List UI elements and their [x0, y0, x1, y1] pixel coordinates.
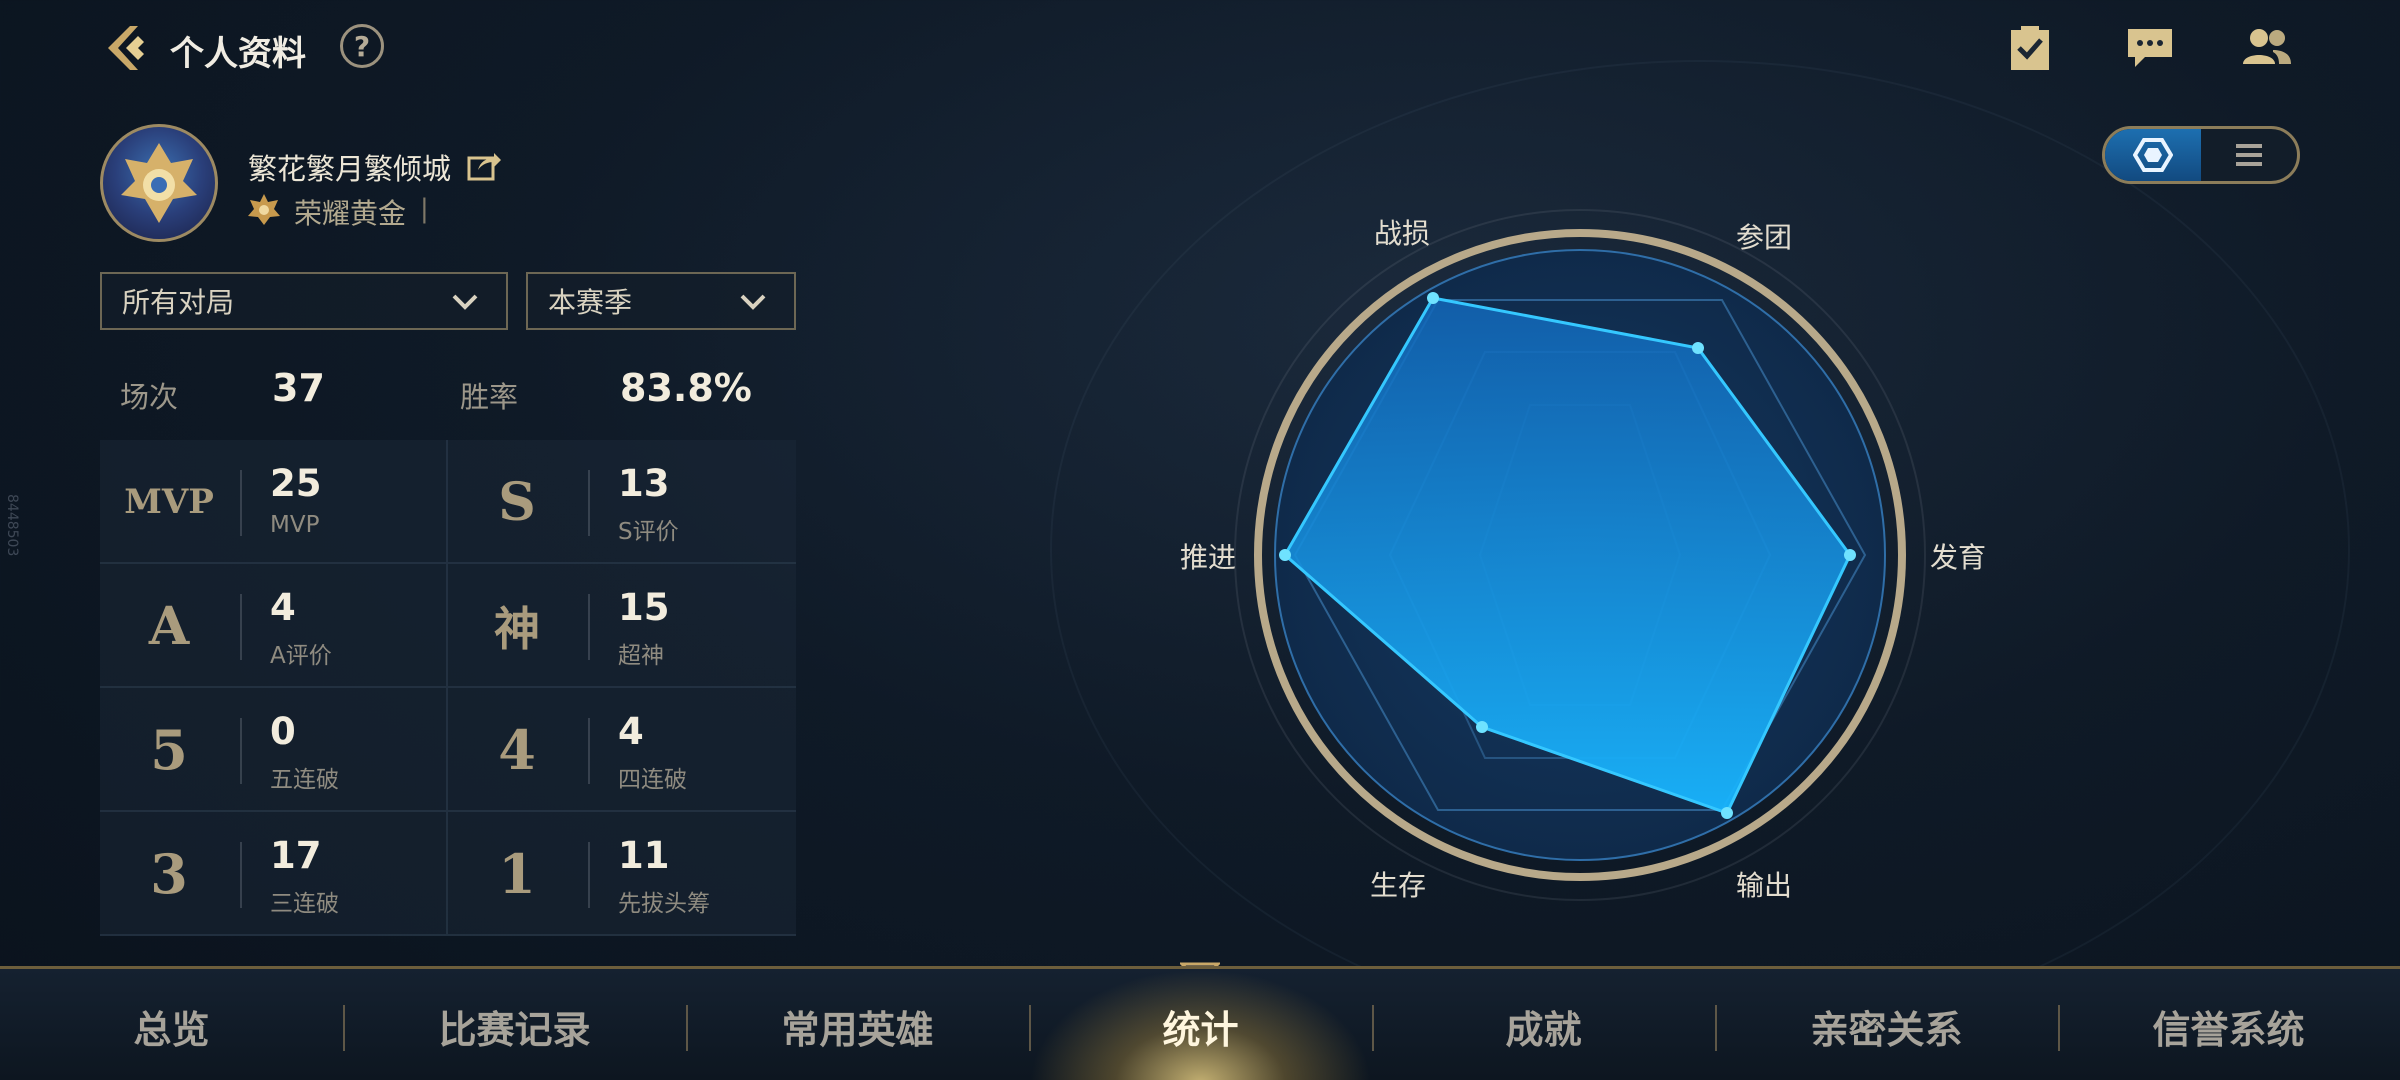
- back-button[interactable]: [96, 20, 156, 76]
- chat-icon[interactable]: [2122, 22, 2178, 74]
- stat-cell-first-blood: 1 11 先拔头筹: [448, 812, 796, 936]
- rank-emblem-icon: [121, 143, 197, 223]
- radar-svg: [1234, 209, 1926, 901]
- list-icon: [2236, 144, 2262, 166]
- season-dropdown-value: 本赛季: [548, 286, 633, 319]
- games-value: 37: [272, 366, 325, 410]
- radar-point-fayu: [1844, 549, 1856, 561]
- stat-value: 25: [270, 462, 322, 505]
- winrate-value: 83.8%: [620, 366, 752, 410]
- s-badge-icon: S: [498, 471, 536, 533]
- radar-chart: 战损 参团 发育 输出 生存 推进: [1150, 180, 2010, 940]
- stat-label: A评价: [270, 643, 332, 669]
- stat-cell-mvp: MVP 25 MVP: [100, 440, 448, 564]
- list-view-button[interactable]: [2201, 129, 2297, 181]
- tab-frequent-heroes[interactable]: 常用英雄: [686, 969, 1029, 1080]
- divider: [588, 718, 590, 784]
- view-toggle: [2102, 126, 2300, 184]
- player-name: 繁花繁月繁倾城: [248, 152, 452, 186]
- stat-value: 0: [270, 710, 296, 753]
- stat-cell-triple-kill: 3 17 三连破: [100, 812, 448, 936]
- mvp-badge-icon: MVP: [124, 482, 214, 522]
- rank-name: 荣耀黄金: [294, 197, 407, 230]
- quadra-kill-badge-icon: 4: [498, 718, 536, 782]
- divider: [240, 718, 242, 784]
- chevron-down-icon: [740, 294, 766, 310]
- help-button[interactable]: ?: [340, 24, 384, 68]
- friends-icon[interactable]: [2238, 22, 2294, 74]
- side-code: 8448503: [4, 494, 20, 557]
- task-check-icon[interactable]: [2002, 22, 2058, 74]
- mode-dropdown[interactable]: 所有对局: [100, 272, 508, 330]
- stat-label: 四连破: [618, 767, 687, 793]
- season-dropdown[interactable]: 本赛季: [526, 272, 796, 330]
- chevron-down-icon: [452, 294, 478, 310]
- divider: [588, 842, 590, 908]
- top-bar: 个人资料 ?: [0, 0, 2400, 96]
- avatar[interactable]: [100, 124, 218, 242]
- stat-value: 13: [618, 462, 670, 505]
- a-badge-icon: A: [148, 595, 190, 657]
- divider: [240, 842, 242, 908]
- rank-separator: |: [420, 194, 429, 224]
- stat-label: 超神: [618, 643, 664, 669]
- divider: [240, 594, 242, 660]
- mode-dropdown-value: 所有对局: [122, 286, 235, 319]
- radar-label-zhansun: 战损: [1374, 217, 1431, 250]
- triple-kill-badge-icon: 3: [150, 842, 188, 906]
- stat-label: 五连破: [270, 767, 339, 793]
- stat-cell-a-rating: A 4 A评价: [100, 564, 448, 688]
- stats-grid: MVP 25 MVP S 13 S评价 A 4 A评价 神 15 超神 5 0 …: [100, 440, 796, 936]
- share-icon[interactable]: [466, 148, 502, 182]
- stat-value: 4: [270, 586, 296, 629]
- stat-value: 11: [618, 834, 670, 877]
- radar-point-zhansun: [1427, 292, 1439, 304]
- tab-statistics[interactable]: 统计: [1029, 969, 1372, 1080]
- radar-point-shengcun: [1476, 721, 1488, 733]
- divider: [588, 470, 590, 536]
- stat-cell-quadra-kill: 4 4 四连破: [448, 688, 796, 812]
- games-label: 场次: [120, 380, 179, 414]
- winrate-label: 胜率: [460, 380, 519, 414]
- stat-label: MVP: [270, 512, 320, 538]
- back-arrow-icon: [108, 26, 144, 70]
- radar-point-shuchu: [1721, 807, 1733, 819]
- stat-value: 4: [618, 710, 644, 753]
- first-blood-badge-icon: 1: [498, 842, 536, 906]
- page-title: 个人资料: [170, 34, 306, 74]
- stat-value: 17: [270, 834, 322, 877]
- hexagon-icon: [2133, 138, 2173, 172]
- stat-value: 15: [618, 586, 670, 629]
- gold-rank-icon: [248, 194, 280, 225]
- bottom-nav: 总览 比赛记录 常用英雄 统计 成就 亲密关系 信誉系统: [0, 966, 2400, 1080]
- stat-label: 先拔头筹: [618, 891, 710, 917]
- divider: [240, 470, 242, 536]
- tab-match-history[interactable]: 比赛记录: [343, 969, 686, 1080]
- stat-cell-godlike: 神 15 超神: [448, 564, 796, 688]
- tab-relationships[interactable]: 亲密关系: [1715, 969, 2058, 1080]
- stat-label: S评价: [618, 519, 679, 545]
- stat-cell-s-rating: S 13 S评价: [448, 440, 796, 564]
- radar-view-button[interactable]: [2105, 129, 2201, 181]
- tab-credit-system[interactable]: 信誉系统: [2057, 969, 2400, 1080]
- radar-label-tuijin: 推进: [1180, 541, 1237, 574]
- stat-cell-penta-kill: 5 0 五连破: [100, 688, 448, 812]
- stat-label: 三连破: [270, 891, 339, 917]
- radar-label-cantuan: 参团: [1736, 221, 1793, 254]
- penta-kill-badge-icon: 5: [150, 718, 188, 782]
- radar-point-cantuan: [1692, 342, 1704, 354]
- radar-point-tuijin: [1279, 549, 1291, 561]
- radar-label-shengcun: 生存: [1370, 869, 1427, 902]
- tab-achievements[interactable]: 成就: [1372, 969, 1715, 1080]
- godlike-badge-icon: 神: [494, 602, 540, 656]
- radar-label-fayu: 发育: [1930, 541, 1987, 574]
- radar-label-shuchu: 输出: [1736, 869, 1793, 902]
- tab-overview[interactable]: 总览: [0, 969, 343, 1080]
- divider: [588, 594, 590, 660]
